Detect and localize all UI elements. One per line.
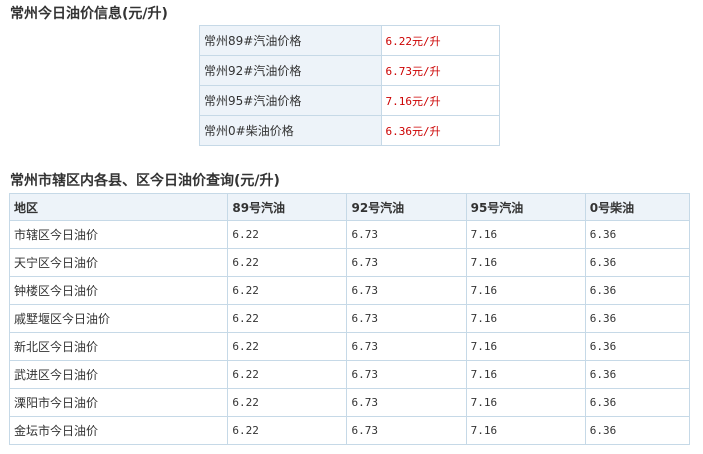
fuel-label-diesel: 常州0#柴油价格 (199, 115, 382, 146)
price-cell-diesel: 6.36 (584, 304, 691, 333)
region-cell: 溧阳市今日油价 (8, 388, 229, 417)
summary-section-title: 常州今日油价信息(元/升) (10, 6, 168, 22)
price-cell-92: 6.73 (346, 248, 467, 277)
price-cell-89: 6.22 (227, 276, 348, 305)
fuel-price-89: 6.22元/升 (380, 25, 501, 56)
column-header-92: 92号汽油 (346, 193, 467, 221)
price-cell-89: 6.22 (227, 388, 348, 417)
price-cell-diesel: 6.36 (584, 388, 691, 417)
table-row: 新北区今日油价 6.22 6.73 7.16 6.36 (8, 332, 691, 361)
price-cell-92: 6.73 (346, 360, 467, 389)
price-cell-95: 7.16 (465, 360, 586, 389)
table-row: 天宁区今日油价 6.22 6.73 7.16 6.36 (8, 248, 691, 277)
price-cell-92: 6.73 (346, 388, 467, 417)
region-cell: 武进区今日油价 (8, 360, 229, 389)
price-cell-89: 6.22 (227, 416, 348, 445)
table-row: 常州89#汽油价格 6.22元/升 (199, 25, 501, 56)
region-cell: 市辖区今日油价 (8, 220, 229, 249)
table-row: 戚墅堰区今日油价 6.22 6.73 7.16 6.36 (8, 304, 691, 333)
price-cell-92: 6.73 (346, 332, 467, 361)
table-row: 武进区今日油价 6.22 6.73 7.16 6.36 (8, 360, 691, 389)
region-cell: 新北区今日油价 (8, 332, 229, 361)
price-cell-92: 6.73 (346, 416, 467, 445)
price-cell-95: 7.16 (465, 220, 586, 249)
fuel-price-92: 6.73元/升 (380, 55, 501, 86)
price-cell-diesel: 6.36 (584, 332, 691, 361)
fuel-price-95: 7.16元/升 (380, 85, 501, 116)
price-cell-diesel: 6.36 (584, 220, 691, 249)
city-price-summary-table: 常州89#汽油价格 6.22元/升 常州92#汽油价格 6.73元/升 常州95… (199, 25, 501, 146)
price-cell-89: 6.22 (227, 332, 348, 361)
column-header-89: 89号汽油 (227, 193, 348, 221)
price-cell-95: 7.16 (465, 276, 586, 305)
region-cell: 天宁区今日油价 (8, 248, 229, 277)
column-header-region: 地区 (8, 193, 229, 221)
price-cell-diesel: 6.36 (584, 276, 691, 305)
price-cell-89: 6.22 (227, 220, 348, 249)
fuel-label-89: 常州89#汽油价格 (199, 25, 382, 56)
table-row: 金坛市今日油价 6.22 6.73 7.16 6.36 (8, 416, 691, 445)
price-cell-diesel: 6.36 (584, 248, 691, 277)
table-row: 常州0#柴油价格 6.36元/升 (199, 115, 501, 146)
fuel-price-diesel: 6.36元/升 (380, 115, 501, 146)
price-cell-diesel: 6.36 (584, 416, 691, 445)
county-price-table: 地区 89号汽油 92号汽油 95号汽油 0号柴油 市辖区今日油价 6.22 6… (8, 193, 691, 445)
fuel-label-92: 常州92#汽油价格 (199, 55, 382, 86)
county-section-title: 常州市辖区内各县、区今日油价查询(元/升) (10, 173, 280, 189)
table-row: 市辖区今日油价 6.22 6.73 7.16 6.36 (8, 220, 691, 249)
region-cell: 金坛市今日油价 (8, 416, 229, 445)
price-cell-92: 6.73 (346, 304, 467, 333)
price-cell-95: 7.16 (465, 332, 586, 361)
table-row: 钟楼区今日油价 6.22 6.73 7.16 6.36 (8, 276, 691, 305)
table-header-row: 地区 89号汽油 92号汽油 95号汽油 0号柴油 (8, 193, 691, 221)
column-header-diesel: 0号柴油 (584, 193, 691, 221)
table-row: 常州95#汽油价格 7.16元/升 (199, 85, 501, 116)
price-cell-92: 6.73 (346, 276, 467, 305)
price-cell-89: 6.22 (227, 360, 348, 389)
price-cell-95: 7.16 (465, 388, 586, 417)
region-cell: 戚墅堰区今日油价 (8, 304, 229, 333)
price-cell-95: 7.16 (465, 304, 586, 333)
price-cell-95: 7.16 (465, 416, 586, 445)
column-header-95: 95号汽油 (465, 193, 586, 221)
price-cell-89: 6.22 (227, 304, 348, 333)
table-row: 溧阳市今日油价 6.22 6.73 7.16 6.36 (8, 388, 691, 417)
fuel-label-95: 常州95#汽油价格 (199, 85, 382, 116)
table-row: 常州92#汽油价格 6.73元/升 (199, 55, 501, 86)
region-cell: 钟楼区今日油价 (8, 276, 229, 305)
price-cell-diesel: 6.36 (584, 360, 691, 389)
price-cell-92: 6.73 (346, 220, 467, 249)
price-cell-95: 7.16 (465, 248, 586, 277)
price-cell-89: 6.22 (227, 248, 348, 277)
